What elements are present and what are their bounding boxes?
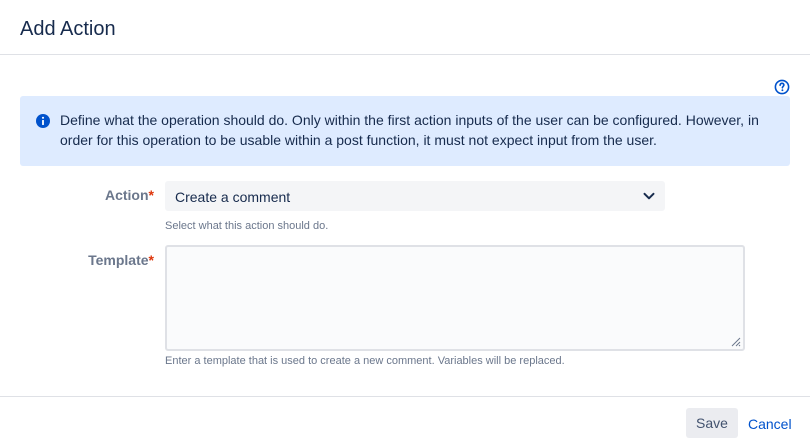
dialog-title: Add Action	[20, 18, 116, 40]
template-help-text: Enter a template that is used to create …	[165, 355, 565, 367]
dialog-header: Add Action	[0, 0, 810, 55]
action-help-text: Select what this action should do.	[165, 220, 329, 232]
template-label: Template*	[20, 250, 154, 270]
resize-grip-icon[interactable]	[729, 335, 741, 347]
template-textarea[interactable]	[165, 245, 745, 351]
info-message-text: Define what the operation should do. Onl…	[60, 112, 759, 148]
save-button[interactable]: Save	[686, 408, 738, 438]
info-circle-icon	[36, 114, 50, 128]
action-select[interactable]: Create a comment	[165, 181, 665, 211]
question-circle-icon[interactable]	[774, 79, 790, 95]
template-label-text: Template	[88, 252, 149, 268]
action-label: Action*	[20, 185, 154, 205]
add-action-dialog: Add Action Define what the operation sho…	[0, 0, 810, 447]
chevron-down-icon	[643, 192, 655, 200]
dialog-footer: Save Cancel	[0, 396, 810, 447]
info-message: Define what the operation should do. Onl…	[20, 96, 790, 166]
action-label-text: Action	[104, 187, 149, 203]
required-marker: *	[148, 187, 154, 203]
cancel-link[interactable]: Cancel	[748, 414, 792, 434]
required-marker: *	[148, 252, 154, 268]
action-select-value: Create a comment	[175, 189, 291, 205]
